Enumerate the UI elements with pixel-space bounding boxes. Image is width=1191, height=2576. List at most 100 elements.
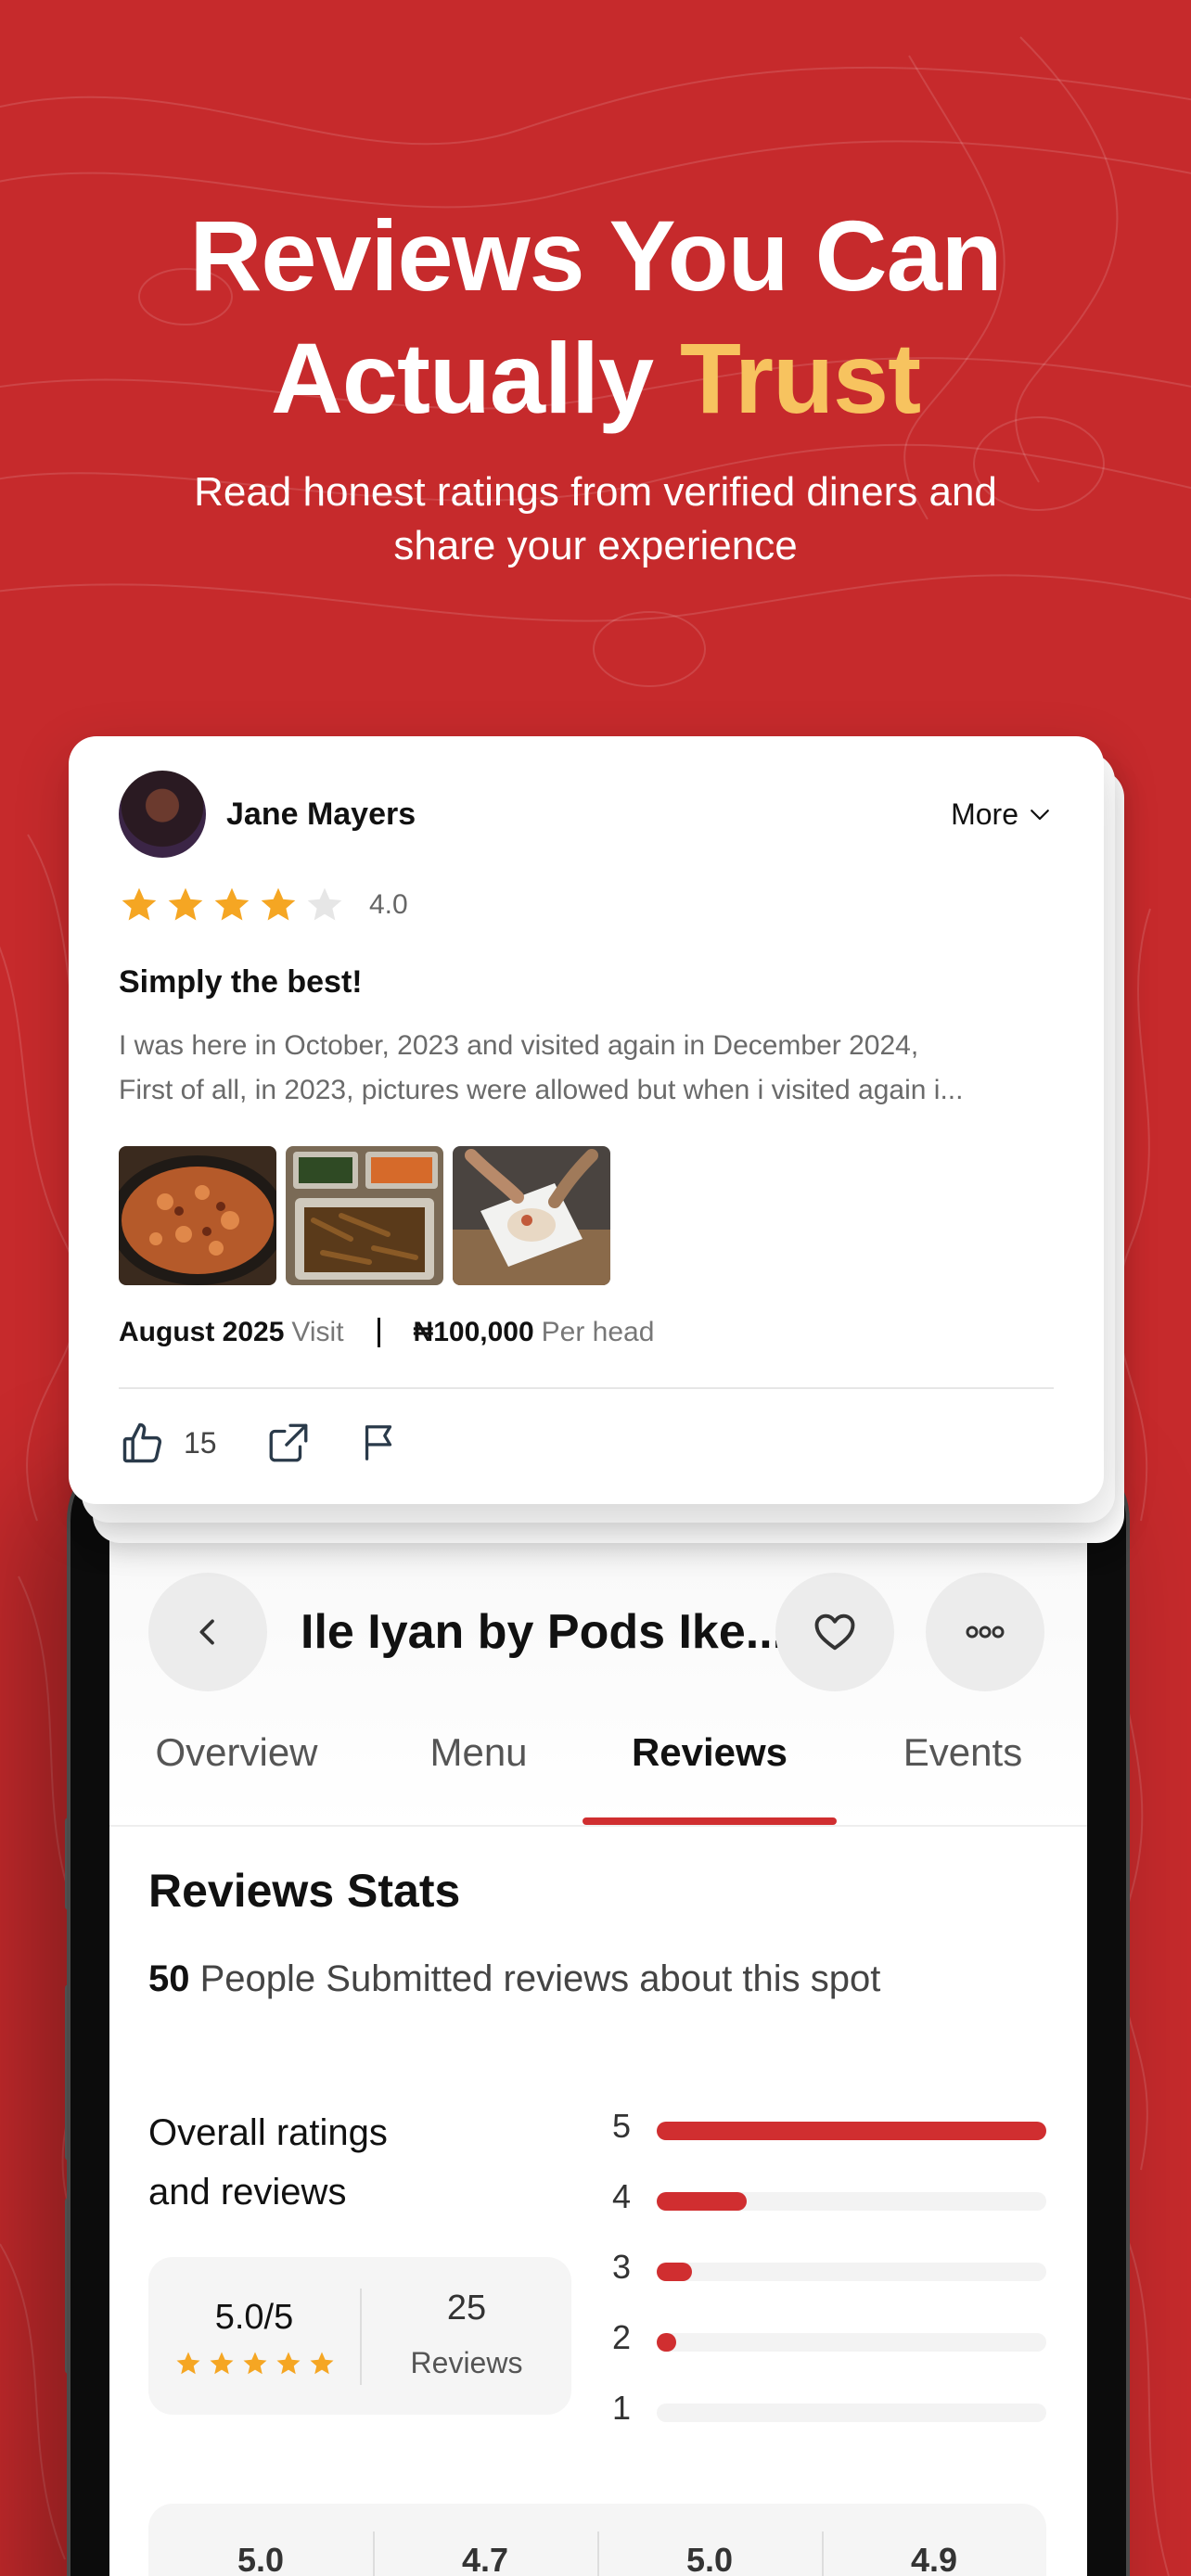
rating-bar-row: 3 — [612, 2237, 1057, 2307]
review-body-line1: I was here in October, 2023 and visited … — [119, 1030, 919, 1061]
hero-subtitle-line1: Read honest ratings from verified diners… — [194, 469, 997, 515]
star-icon — [261, 887, 296, 921]
star-icon — [210, 2352, 234, 2375]
rating-bar-track — [657, 2122, 1046, 2140]
sub-score: 4.7 — [461, 2541, 509, 2576]
star-icon — [310, 2352, 334, 2375]
overall-score: 5.0/5 — [214, 2298, 294, 2337]
rating-bar-label: 1 — [612, 2389, 632, 2427]
rating-bar-track — [657, 2263, 1046, 2281]
hero-title-line2: Actually Trust — [0, 317, 1191, 440]
price-per-head: ₦100,000 — [413, 1317, 534, 1347]
reviews-count-label: Reviews — [410, 2346, 523, 2379]
star-icon — [176, 2352, 200, 2375]
thumbs-up-icon[interactable] — [119, 1419, 167, 1467]
more-options-button[interactable] — [926, 1573, 1044, 1691]
rating-bar-track — [657, 2404, 1046, 2422]
price-label: Per head — [541, 1317, 655, 1347]
tab-reviews[interactable]: Reviews — [594, 1706, 826, 1827]
star-icon — [122, 887, 157, 921]
rating-bar-label: 2 — [612, 2318, 632, 2356]
sub-score: 5.0 — [237, 2541, 285, 2576]
overall-label-line2: and reviews — [148, 2172, 347, 2213]
score-stars — [174, 2350, 341, 2378]
plate-image — [453, 1146, 610, 1285]
flag-icon[interactable] — [358, 1420, 401, 1466]
rating-bar-row: 5 — [612, 2096, 1057, 2166]
avatar — [119, 771, 206, 858]
favorite-button[interactable] — [775, 1573, 894, 1691]
star-icon — [168, 887, 203, 921]
food-photo[interactable] — [286, 1146, 443, 1285]
tab-menu[interactable]: Menu — [404, 1706, 553, 1827]
food-photo[interactable] — [119, 1146, 276, 1285]
rating-distribution: 5 4 3 2 1 — [612, 2096, 1057, 2448]
paella-image — [119, 1146, 276, 1285]
tab-overview[interactable]: Overview — [148, 1706, 325, 1827]
rating-bar-track — [657, 2192, 1046, 2211]
tab-bar: Overview Menu Reviews Events — [109, 1706, 1087, 1827]
tab-events[interactable]: Events — [870, 1706, 1056, 1827]
more-button[interactable]: More — [951, 797, 1054, 832]
rating-bar-label: 4 — [612, 2177, 632, 2215]
rating-bar-row: 2 — [612, 2307, 1057, 2378]
reviewer-name: Jane Mayers — [226, 796, 416, 832]
review-header: Jane Mayers More — [119, 770, 1054, 859]
review-title: Simply the best! — [119, 964, 363, 1000]
rating-bar-fill — [657, 2263, 692, 2281]
stats-summary: 50 People Submitted reviews about this s… — [148, 1958, 880, 2000]
review-rating: 4.0 — [119, 885, 408, 925]
sub-scores-box: 5.0 4.7 5.0 4.9 — [148, 2504, 1046, 2576]
hero-title-accent: Trust — [680, 322, 921, 434]
visit-date: August 2025 — [119, 1317, 285, 1347]
review-meta: August 2025 Visit ₦100,000 Per head — [119, 1317, 654, 1348]
chevron-down-icon — [1031, 810, 1049, 821]
share-icon[interactable] — [265, 1420, 312, 1466]
rating-bar-label: 5 — [612, 2107, 632, 2145]
sub-score: 4.9 — [910, 2541, 958, 2576]
rating-bar-track — [657, 2333, 1046, 2352]
review-body-line2: First of all, in 2023, pictures were all… — [119, 1075, 964, 1105]
rating-bar-fill — [657, 2122, 1046, 2140]
back-button[interactable] — [148, 1573, 267, 1691]
hero-subtitle: Read honest ratings from verified diners… — [0, 465, 1191, 573]
score-summary-box: 5.0/5 25 Reviews — [148, 2257, 571, 2415]
star-icon — [214, 887, 250, 921]
sub-score: 5.0 — [685, 2541, 734, 2576]
review-count-text: People Submitted reviews about this spot — [199, 1958, 881, 1999]
more-label: More — [951, 797, 1018, 831]
review-actions: 15 — [119, 1419, 401, 1467]
rating-bar-fill — [657, 2192, 747, 2211]
active-tab-indicator — [583, 1817, 837, 1825]
hero-section: Reviews You Can Actually Trust Read hone… — [0, 195, 1191, 573]
star-icon — [276, 2352, 301, 2375]
heart-icon — [814, 1613, 855, 1651]
chevron-left-icon — [199, 1619, 214, 1645]
review-photos — [119, 1146, 620, 1285]
overall-label: Overall ratings and reviews — [148, 2103, 445, 2222]
review-body: I was here in October, 2023 and visited … — [119, 1024, 1056, 1113]
star-empty-icon — [307, 887, 342, 921]
overall-label-line1: Overall ratings — [148, 2112, 388, 2153]
stats-title: Reviews Stats — [148, 1865, 461, 1917]
review-count: 50 — [148, 1958, 190, 1999]
star-icon — [243, 2352, 267, 2375]
visit-label: Visit — [291, 1317, 344, 1347]
app-screen: Ile Iyan by Pods Ike... Overview Menu Re… — [109, 1484, 1087, 2576]
hero-title-line1: Reviews You Can — [189, 199, 1002, 312]
like-count: 15 — [184, 1425, 217, 1460]
divider — [377, 1318, 380, 1347]
review-card: Jane Mayers More 4.0 Simply the best! I … — [69, 736, 1104, 1504]
hero-subtitle-line2: share your experience — [393, 523, 798, 568]
rating-bar-row: 4 — [612, 2166, 1057, 2237]
reviews-count: 25 — [446, 2289, 487, 2327]
trays-image — [286, 1146, 443, 1285]
rating-bar-row: 1 — [612, 2378, 1057, 2448]
ellipsis-icon — [966, 1626, 1005, 1639]
food-photo[interactable] — [453, 1146, 610, 1285]
hero-title-plain: Actually — [270, 322, 681, 434]
divider — [119, 1387, 1054, 1389]
rating-bar-fill — [657, 2333, 676, 2352]
rating-value: 4.0 — [369, 889, 408, 920]
hero-title: Reviews You Can Actually Trust — [0, 195, 1191, 440]
